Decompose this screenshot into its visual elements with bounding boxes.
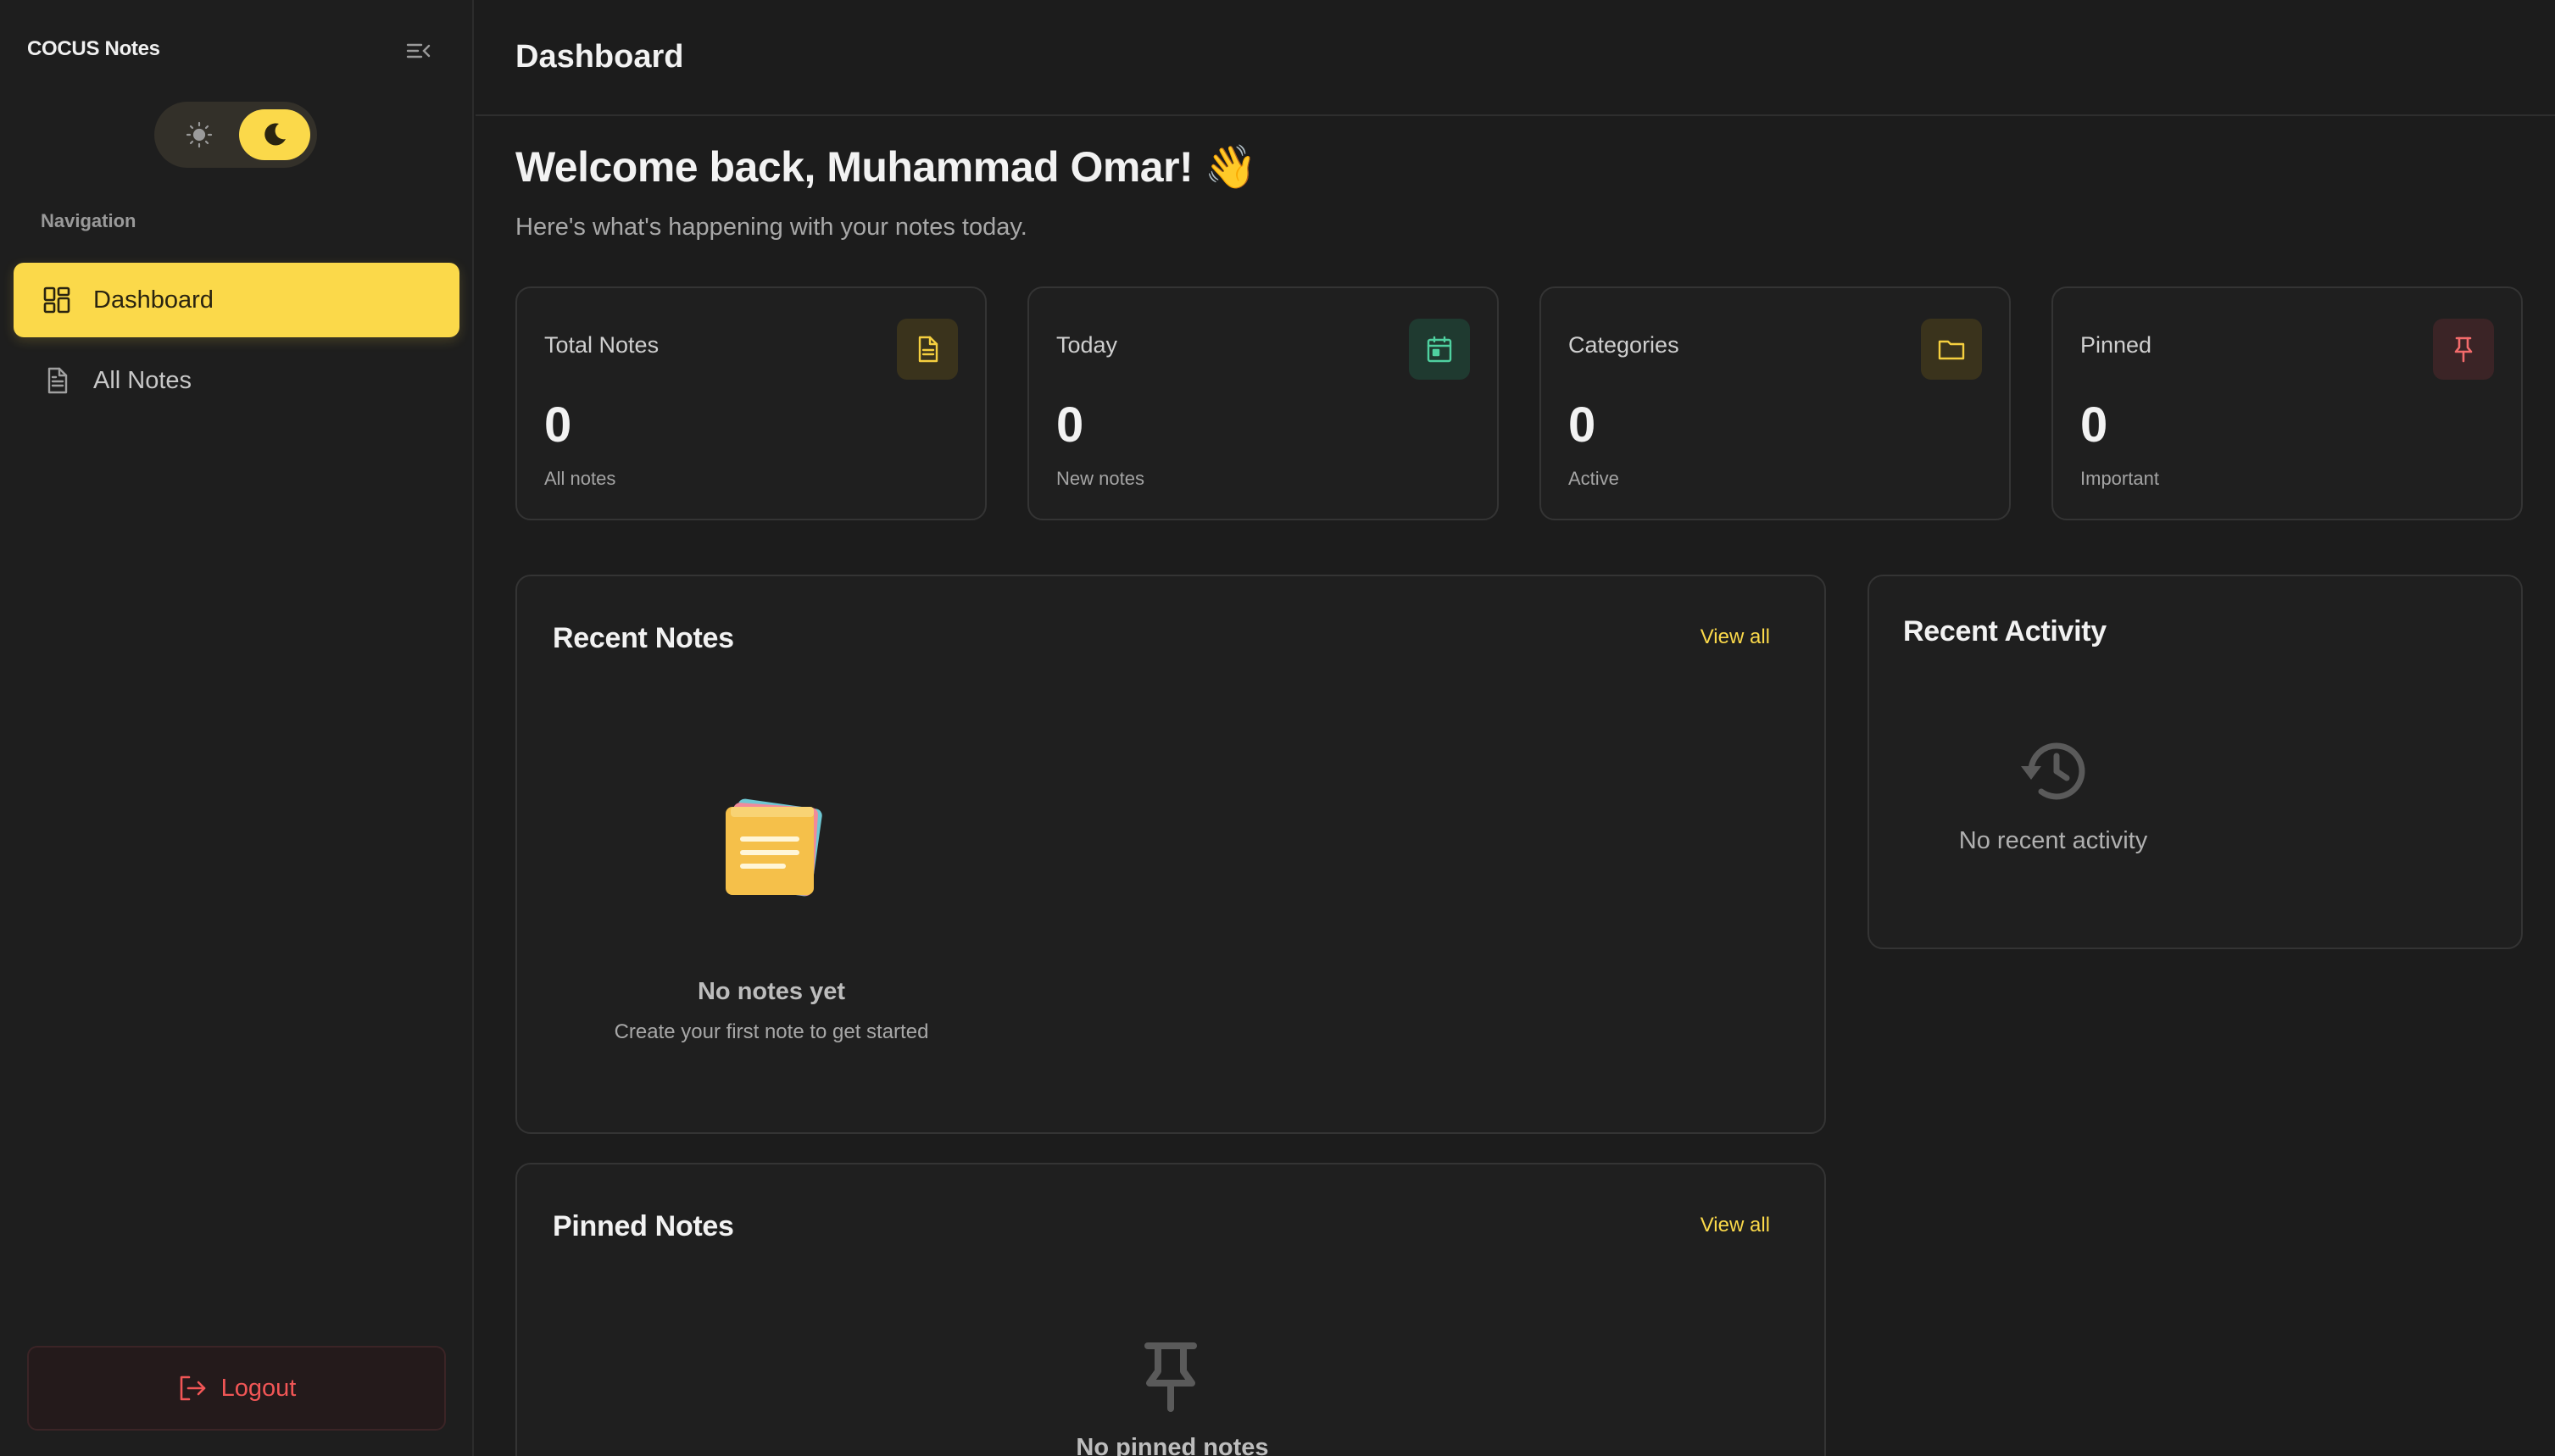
logout-button[interactable]: Logout (27, 1346, 446, 1431)
recent-notes-empty-text: Create your first note to get started (614, 1020, 929, 1043)
sun-icon (186, 121, 213, 148)
stat-caption: Important (2080, 468, 2159, 489)
stat-label: Total Notes (544, 332, 660, 358)
sidebar-item-label: All Notes (93, 366, 192, 394)
collapse-sidebar-icon (406, 43, 431, 58)
pinned-notes-empty-title: No pinned notes (1076, 1434, 1269, 1456)
stat-icon-box (897, 319, 958, 380)
welcome-subtitle: Here's what's happening with your notes … (515, 214, 1027, 241)
moon-icon (264, 123, 286, 146)
collapse-sidebar-button[interactable] (404, 37, 434, 64)
recent-notes-empty-title: No notes yet (697, 978, 846, 1005)
calendar-icon (1427, 336, 1452, 363)
sidebar-item-dashboard[interactable]: Dashboard (14, 263, 459, 337)
stat-card-categories: Categories 0 Active (1539, 286, 2011, 520)
stat-label: Pinned (2080, 332, 2152, 358)
dark-theme-button[interactable] (239, 109, 310, 160)
logout-label: Logout (220, 1374, 297, 1402)
stat-icon-box (2433, 319, 2494, 380)
stat-caption: New notes (1056, 468, 1144, 489)
pinned-notes-title: Pinned Notes (553, 1210, 734, 1242)
pinned-notes-panel: Pinned Notes View all No pinned notes (515, 1163, 1826, 1456)
recent-activity-empty-text: No recent activity (1958, 827, 2148, 854)
sidebar-item-all-notes[interactable]: All Notes (14, 343, 459, 418)
stat-caption: Active (1568, 468, 1619, 489)
welcome-heading: Welcome back, Muhammad Omar! 👋 (515, 143, 1257, 191)
stat-label: Today (1056, 332, 1118, 358)
recent-activity-panel: Recent Activity No recent activity (1868, 575, 2523, 949)
document-icon (47, 367, 68, 394)
dashboard-icon (43, 286, 70, 314)
stat-label: Categories (1568, 332, 1679, 358)
pinned-notes-view-all-link[interactable]: View all (1701, 1214, 1770, 1237)
stat-value: 0 (2080, 397, 2108, 453)
recent-notes-view-all-link[interactable]: View all (1701, 625, 1770, 649)
pin-icon (1144, 1342, 1197, 1412)
stat-value: 0 (1568, 397, 1596, 453)
stat-icon-box (1921, 319, 1982, 380)
sticky-notes-icon (726, 798, 822, 897)
stat-card-today: Today 0 New notes (1027, 286, 1499, 520)
app-root: COCUS Notes Navigation Dashboard All Not… (0, 0, 2555, 1456)
stat-value: 0 (1056, 397, 1084, 453)
stat-caption: All notes (544, 468, 616, 489)
stat-value: 0 (544, 397, 572, 453)
app-brand: COCUS Notes (27, 37, 160, 60)
folder-icon (1938, 340, 1965, 360)
recent-notes-title: Recent Notes (553, 622, 734, 654)
logout-icon (180, 1375, 205, 1401)
stat-icon-box (1409, 319, 1470, 380)
pin-icon (2454, 336, 2473, 363)
theme-toggle (154, 102, 317, 168)
recent-activity-title: Recent Activity (1903, 615, 2107, 647)
sidebar-item-label: Dashboard (93, 286, 214, 314)
sidebar: COCUS Notes Navigation Dashboard All Not… (0, 0, 474, 1456)
light-theme-button[interactable] (166, 109, 232, 160)
recent-notes-panel: Recent Notes View all No notes yet Creat… (515, 575, 1826, 1134)
stat-card-pinned: Pinned 0 Important (2051, 286, 2523, 520)
stat-card-total-notes: Total Notes 0 All notes (515, 286, 987, 520)
page-title: Dashboard (515, 39, 684, 75)
nav-heading: Navigation (41, 210, 136, 231)
top-header: Dashboard (476, 0, 2555, 116)
history-icon (2021, 742, 2085, 800)
document-icon (918, 336, 938, 363)
